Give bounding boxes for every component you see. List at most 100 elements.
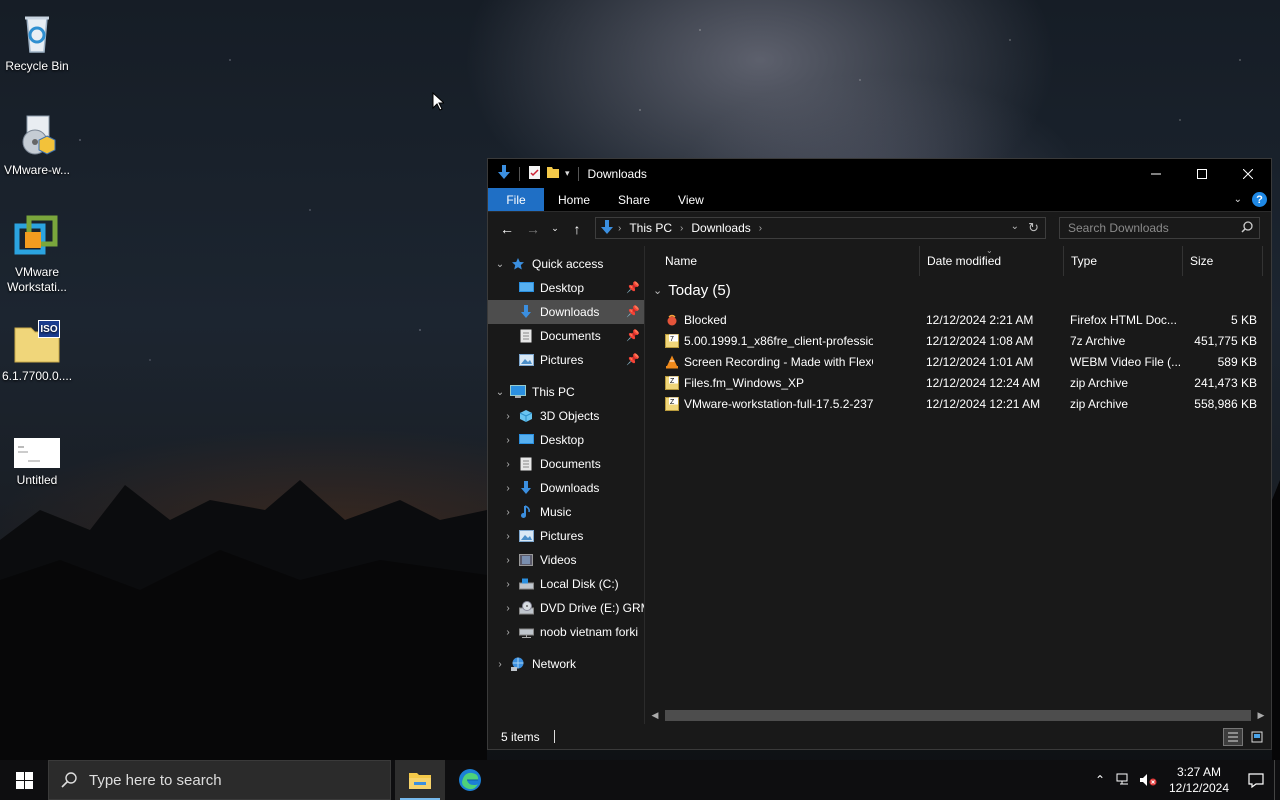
- properties-icon[interactable]: [528, 165, 541, 183]
- nav-this-pc[interactable]: ⌄ This PC: [488, 380, 644, 404]
- address-dropdown-icon[interactable]: ⌄: [1011, 221, 1019, 232]
- network-status-icon[interactable]: [1112, 760, 1136, 800]
- expand-chevron-icon[interactable]: ›: [498, 603, 518, 614]
- expand-chevron-icon[interactable]: ›: [498, 483, 518, 494]
- nav-qa-documents[interactable]: Documents 📌: [488, 324, 644, 348]
- nav-pc-pictures[interactable]: › Pictures: [488, 524, 644, 548]
- taskbar-search-box[interactable]: Type here to search: [48, 760, 391, 800]
- file-explorer-window: ▾ Downloads File Home Share View ⌄ ? ← →…: [487, 158, 1272, 750]
- expand-chevron-icon[interactable]: ›: [498, 627, 518, 638]
- nav-qa-desktop[interactable]: Desktop 📌: [488, 276, 644, 300]
- horizontal-scrollbar[interactable]: ◀ ▶: [645, 707, 1271, 724]
- nav-qa-pictures[interactable]: Pictures 📌: [488, 348, 644, 372]
- nav-label: This PC: [532, 385, 575, 399]
- refresh-icon[interactable]: ↻: [1028, 220, 1039, 236]
- breadcrumb-separator-icon[interactable]: ›: [759, 223, 762, 234]
- up-button[interactable]: ↑: [564, 217, 590, 241]
- tab-share[interactable]: Share: [604, 188, 664, 211]
- new-folder-icon[interactable]: [546, 165, 560, 182]
- expand-chevron-icon[interactable]: ›: [498, 459, 518, 470]
- nav-pc-3d-objects[interactable]: › 3D Objects: [488, 404, 644, 428]
- nav-pc-videos[interactable]: › Videos: [488, 548, 644, 572]
- search-icon[interactable]: [1241, 221, 1253, 236]
- search-box[interactable]: [1059, 217, 1260, 239]
- desktop-icon-untitled[interactable]: Untitled: [0, 438, 74, 488]
- minimize-button[interactable]: [1133, 159, 1179, 188]
- scrollbar-thumb[interactable]: [665, 710, 1251, 721]
- recent-locations-dropdown[interactable]: ⌄: [546, 217, 564, 241]
- collapse-chevron-icon[interactable]: ⌄: [490, 387, 510, 398]
- expand-chevron-icon[interactable]: ›: [498, 507, 518, 518]
- nav-network[interactable]: › Network: [488, 652, 644, 676]
- taskbar-edge[interactable]: [445, 760, 495, 800]
- edge-browser-icon: [459, 769, 481, 791]
- nav-pc-documents[interactable]: › Documents: [488, 452, 644, 476]
- details-view-button[interactable]: [1223, 728, 1243, 746]
- volume-muted-icon[interactable]: [1136, 760, 1160, 800]
- nav-pc-desktop[interactable]: › Desktop: [488, 428, 644, 452]
- nav-pc-downloads[interactable]: › Downloads: [488, 476, 644, 500]
- start-button[interactable]: [0, 760, 48, 800]
- desktop-icon-recycle-bin[interactable]: Recycle Bin: [0, 8, 74, 74]
- file-row[interactable]: Blocked 12/12/2024 2:21 AM Firefox HTML …: [645, 310, 1271, 331]
- pin-icon[interactable]: 📌: [626, 329, 640, 342]
- nav-pc-local-disk[interactable]: › Local Disk (C:): [488, 572, 644, 596]
- pin-icon[interactable]: 📌: [626, 353, 640, 366]
- expand-chevron-icon[interactable]: ›: [498, 555, 518, 566]
- computer-icon: [510, 384, 526, 400]
- desktop-icon-iso-folder[interactable]: ISO 6.1.7700.0....: [0, 318, 74, 384]
- expand-chevron-icon[interactable]: ›: [498, 579, 518, 590]
- expand-ribbon-chevron-icon[interactable]: ⌄: [1234, 194, 1242, 205]
- clock[interactable]: 3:27 AM 12/12/2024: [1160, 764, 1238, 796]
- collapse-chevron-icon[interactable]: ⌄: [490, 259, 510, 270]
- column-header-date-modified[interactable]: Date modified ⌄: [920, 246, 1064, 276]
- scroll-left-arrow-icon[interactable]: ◀: [647, 708, 663, 723]
- breadcrumb-this-pc[interactable]: This PC: [629, 221, 672, 235]
- tab-home[interactable]: Home: [544, 188, 604, 211]
- group-header-today[interactable]: ⌄ Today (5): [653, 282, 731, 299]
- column-header-size[interactable]: Size: [1183, 246, 1263, 276]
- file-row[interactable]: Screen Recording - Made with FlexClip 12…: [645, 352, 1271, 373]
- address-bar[interactable]: › This PC › Downloads › ⌄ ↻: [595, 217, 1046, 239]
- pin-icon[interactable]: 📌: [626, 305, 640, 318]
- nav-quick-access[interactable]: ⌄ Quick access: [488, 252, 644, 276]
- show-hidden-icons-chevron-icon[interactable]: ⌃: [1088, 760, 1112, 800]
- show-desktop-button[interactable]: [1274, 760, 1280, 800]
- title-bar[interactable]: ▾ Downloads: [488, 159, 1271, 188]
- file-date: 12/12/2024 12:21 AM: [926, 397, 1041, 411]
- expand-chevron-icon[interactable]: ›: [498, 531, 518, 542]
- nav-pc-music[interactable]: › Music: [488, 500, 644, 524]
- back-button[interactable]: ←: [494, 217, 520, 241]
- tab-file[interactable]: File: [488, 188, 544, 211]
- help-icon[interactable]: ?: [1252, 192, 1267, 207]
- taskbar-file-explorer[interactable]: [395, 760, 445, 800]
- scroll-right-arrow-icon[interactable]: ▶: [1253, 708, 1269, 723]
- pin-icon[interactable]: 📌: [626, 281, 640, 294]
- expand-chevron-icon[interactable]: ›: [498, 411, 518, 422]
- group-collapse-chevron-icon[interactable]: ⌄: [653, 284, 662, 297]
- breadcrumb-separator-icon[interactable]: ›: [618, 223, 621, 234]
- taskbar: Type here to search ⌃ 3:27 AM 12/12/2024: [0, 760, 1280, 800]
- column-header-name[interactable]: Name: [658, 246, 920, 276]
- desktop-icon-vmware-installer[interactable]: VMware-w...: [0, 112, 74, 178]
- close-button[interactable]: [1225, 159, 1271, 188]
- nav-pc-dvd-drive[interactable]: › DVD Drive (E:) GRM: [488, 596, 644, 620]
- breadcrumb-separator-icon[interactable]: ›: [680, 223, 683, 234]
- file-row[interactable]: Z VMware-workstation-full-17.5.2-23775571…: [645, 394, 1271, 415]
- nav-qa-downloads[interactable]: Downloads 📌: [488, 300, 644, 324]
- notification-center-button[interactable]: [1238, 760, 1274, 800]
- large-icons-view-button[interactable]: [1247, 728, 1267, 746]
- column-header-type[interactable]: Type: [1064, 246, 1183, 276]
- search-input[interactable]: [1068, 221, 1238, 235]
- file-row[interactable]: 7 5.00.1999.1_x86fre_client-professional_…: [645, 331, 1271, 352]
- nav-pc-network-drive[interactable]: › noob vietnam forki: [488, 620, 644, 644]
- tab-view[interactable]: View: [664, 188, 718, 211]
- file-row[interactable]: Z Files.fm_Windows_XP 12/12/2024 12:24 AM…: [645, 373, 1271, 394]
- expand-chevron-icon[interactable]: ›: [498, 435, 518, 446]
- customize-toolbar-dropdown-icon[interactable]: ▾: [565, 168, 570, 179]
- desktop-icon-vmware-workstation[interactable]: VMware Workstati...: [0, 214, 74, 295]
- forward-button[interactable]: →: [520, 217, 546, 241]
- breadcrumb-downloads[interactable]: Downloads: [691, 221, 750, 235]
- expand-chevron-icon[interactable]: ›: [490, 659, 510, 670]
- maximize-button[interactable]: [1179, 159, 1225, 188]
